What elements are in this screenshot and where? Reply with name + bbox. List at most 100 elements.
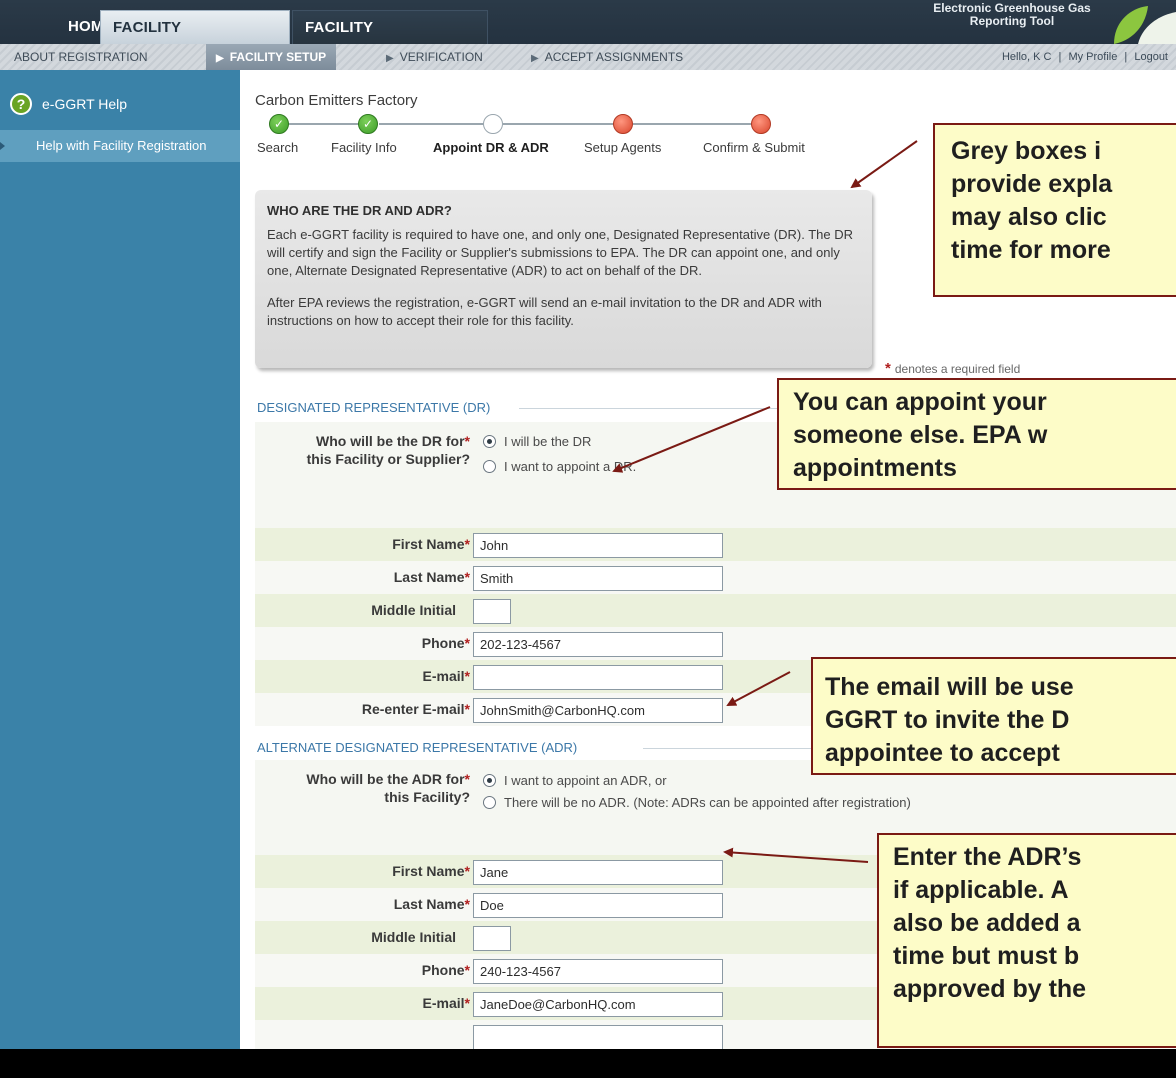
subnav-accept-assignments-label: ACCEPT ASSIGNMENTS: [544, 50, 684, 64]
subnav-verification[interactable]: ▶ VERIFICATION: [386, 44, 483, 70]
my-profile-link[interactable]: My Profile: [1068, 51, 1117, 63]
subnav-accept-assignments[interactable]: ▶ ACCEPT ASSIGNMENTS: [531, 44, 683, 70]
user-links: Hello, K C | My Profile | Logout: [1000, 44, 1170, 70]
required-star: *: [464, 863, 470, 879]
radio-unselected-icon[interactable]: [483, 460, 496, 473]
info-box-title: WHO ARE THE DR AND ADR?: [267, 203, 452, 218]
step-connector: [279, 123, 369, 125]
field-label: E-mail*: [423, 668, 470, 684]
adr-reenter-email-input[interactable]: [473, 1025, 723, 1050]
dr-last-name-input[interactable]: [473, 566, 723, 591]
field-label: E-mail*: [423, 995, 470, 1011]
adr-question-label: Who will be the ADR for* this Facility?: [306, 770, 470, 806]
dr-email-input[interactable]: [473, 665, 723, 690]
required-star: *: [464, 896, 470, 912]
callout-appoint: You can appoint your someone else. EPA w…: [777, 378, 1176, 490]
dr-reenter-email-label: Re-enter E-mail: [361, 701, 465, 717]
step-label-setup-agents: Setup Agents: [584, 140, 662, 155]
radio-selected-icon[interactable]: [483, 435, 496, 448]
subnav-about-registration[interactable]: ABOUT REGISTRATION: [14, 44, 148, 70]
dr-email-label: E-mail: [422, 668, 465, 684]
adr-email-input[interactable]: [473, 992, 723, 1017]
adr-phone-input[interactable]: [473, 959, 723, 984]
play-arrow-icon: ▶: [531, 53, 539, 64]
radio-unselected-icon[interactable]: [483, 796, 496, 809]
adr-option-appoint[interactable]: I want to appoint an ADR, or: [483, 773, 667, 788]
callout-email: The email will be use GGRT to invite the…: [811, 657, 1176, 775]
dr-phone-input[interactable]: [473, 632, 723, 657]
required-star: *: [885, 360, 891, 377]
required-field-note: * denotes a required field: [885, 360, 1020, 377]
adr-option-none[interactable]: There will be no ADR. (Note: ADRs can be…: [483, 795, 911, 810]
tab-facility-management[interactable]: FACILITY MANAGEMENT: [292, 10, 488, 70]
dr-option-appoint-label: I want to appoint a DR.: [504, 459, 637, 474]
adr-first-name-label: First Name: [392, 863, 465, 879]
step-complete-check-icon: ✓: [358, 114, 378, 134]
registration-progress-steps: ✓ ✓ Search Facility Info Appoint DR & AD…: [241, 114, 901, 164]
help-header[interactable]: ? e-GGRT Help: [10, 92, 127, 116]
field-label: Middle Initial: [371, 929, 456, 945]
radio-selected-icon[interactable]: [483, 774, 496, 787]
dr-phone-row: Phone*: [255, 627, 1176, 660]
tab-facility-registration[interactable]: FACILITY REGISTRATION: [100, 10, 290, 70]
field-label: First Name*: [392, 536, 470, 552]
link-separator: |: [1124, 51, 1128, 63]
logout-link[interactable]: Logout: [1134, 51, 1168, 63]
required-star: *: [464, 536, 470, 552]
callout-line: time but must b: [893, 942, 1080, 970]
callout-adr: Enter the ADR’s if applicable. A also be…: [877, 833, 1176, 1048]
step-connector: [633, 123, 753, 125]
field-label: Last Name*: [394, 569, 470, 585]
dr-question-label: Who will be the DR for* this Facility or…: [307, 432, 470, 468]
field-label: Middle Initial: [371, 602, 456, 618]
info-box-paragraph: Each e-GGRT facility is required to have…: [267, 227, 854, 278]
callout-line: may also clic: [951, 203, 1107, 231]
dr-adr-info-box: WHO ARE THE DR AND ADR? Each e-GGRT faci…: [255, 190, 872, 368]
dr-first-name-input[interactable]: [473, 533, 723, 558]
callout-line: approved by the: [893, 975, 1087, 1003]
link-separator: |: [1058, 51, 1062, 63]
callout-line: provide expla: [951, 170, 1113, 198]
step-complete-check-icon: ✓: [269, 114, 289, 134]
dr-option-self[interactable]: I will be the DR: [483, 434, 591, 449]
adr-option-appoint-label: I want to appoint an ADR, or: [504, 773, 667, 788]
callout-line: if applicable. A: [893, 876, 1069, 904]
required-star: *: [464, 995, 470, 1011]
dr-option-appoint[interactable]: I want to appoint a DR.: [483, 459, 636, 474]
step-pending-circle-icon: [613, 114, 633, 134]
field-label: Phone*: [422, 635, 470, 651]
page: HOME FACILITY REGISTRATION FACILITY MANA…: [0, 0, 1176, 1078]
required-star: *: [464, 668, 470, 684]
step-label-facility-info: Facility Info: [331, 140, 397, 155]
subnav-verification-label: VERIFICATION: [399, 50, 483, 64]
dr-first-name-row: First Name*: [255, 528, 1176, 561]
required-star: *: [464, 635, 470, 651]
callout-line: appointments: [793, 454, 957, 482]
dr-option-self-label: I will be the DR: [504, 434, 592, 449]
required-star: *: [464, 433, 470, 449]
adr-last-name-input[interactable]: [473, 893, 723, 918]
user-greeting: Hello, K C: [1001, 51, 1052, 63]
question-mark-icon: ?: [10, 93, 32, 115]
dr-question-line2: this Facility or Supplier?: [306, 451, 470, 467]
help-facility-registration-link[interactable]: Help with Facility Registration: [0, 130, 240, 162]
adr-section-title: ALTERNATE DESIGNATED REPRESENTATIVE (ADR…: [257, 740, 578, 755]
subnav-about-label: ABOUT REGISTRATION: [14, 50, 148, 64]
subnav-facility-setup[interactable]: ▶ FACILITY SETUP: [206, 44, 337, 70]
dr-middle-initial-input[interactable]: [473, 599, 511, 624]
adr-first-name-input[interactable]: [473, 860, 723, 885]
required-star: *: [464, 569, 470, 585]
adr-middle-initial-input[interactable]: [473, 926, 511, 951]
app-title-line2: Reporting Tool: [969, 14, 1055, 28]
adr-question-line1: Who will be the ADR for: [306, 771, 465, 787]
dr-reenter-email-input[interactable]: [473, 698, 723, 723]
adr-question-line2: this Facility?: [384, 789, 470, 805]
dr-section-title: DESIGNATED REPRESENTATIVE (DR): [257, 400, 491, 415]
callout-line: someone else. EPA w: [793, 421, 1048, 449]
callout-line: You can appoint your: [793, 388, 1047, 416]
dr-question-line1: Who will be the DR for: [316, 433, 465, 449]
required-star: *: [464, 962, 470, 978]
help-title: e-GGRT Help: [42, 96, 128, 112]
adr-last-name-label: Last Name: [393, 896, 465, 912]
adr-email-label: E-mail: [422, 995, 465, 1011]
